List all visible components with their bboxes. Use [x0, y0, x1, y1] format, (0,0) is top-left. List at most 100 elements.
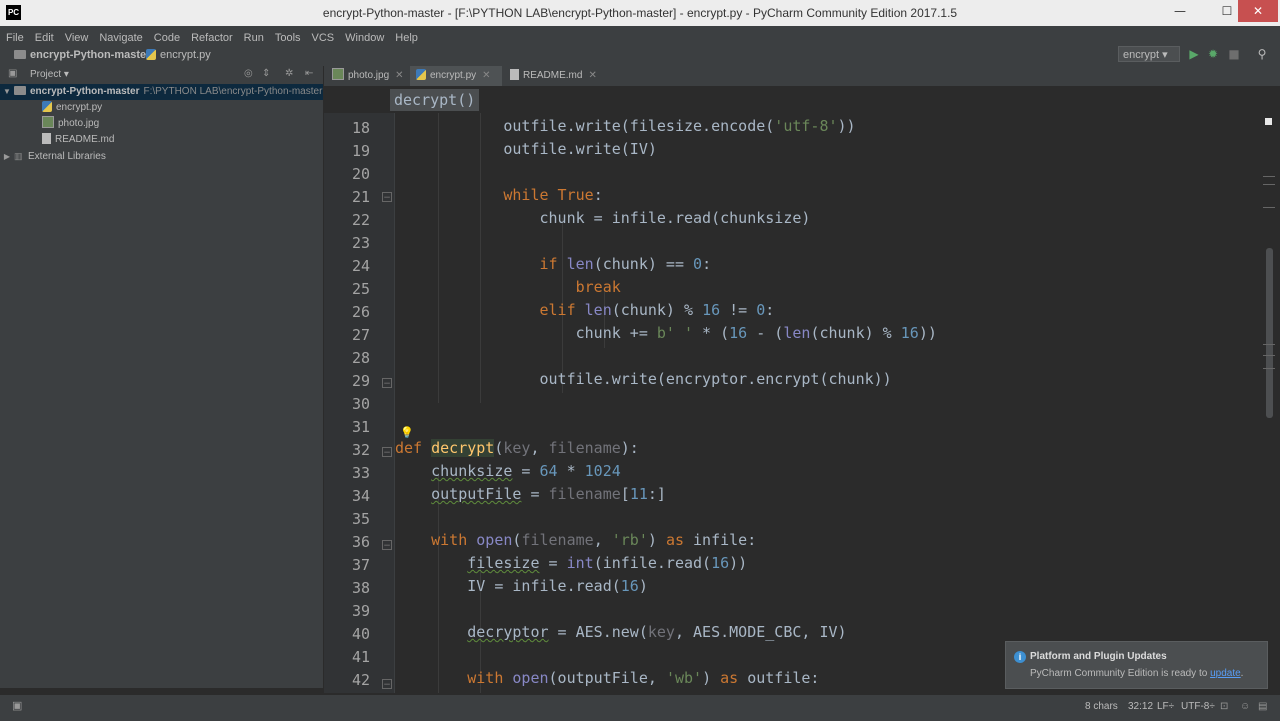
project-view-selector[interactable]: Project ▾ [30, 69, 69, 80]
line-separator[interactable]: LF÷ [1157, 701, 1174, 712]
file-encoding[interactable]: UTF-8÷ [1181, 701, 1215, 712]
error-stripe-mark[interactable] [1263, 355, 1275, 356]
folder-icon [14, 50, 26, 59]
status-bar: ▣ 8 chars 32:12 LF÷ UTF-8÷ ⊡ ☺ ▤ [0, 694, 1280, 721]
line-number: 30 [351, 395, 370, 413]
menu-navigate[interactable]: Navigate [93, 28, 147, 44]
lock-icon[interactable]: ⊡ [1220, 701, 1228, 712]
debug-icon[interactable]: ✹ [1205, 46, 1221, 62]
code-line-18: outfile.write(filesize.encode('utf-8')) [395, 117, 856, 135]
line-number: 40 [351, 625, 370, 643]
scrollbar-thumb[interactable] [1266, 248, 1273, 418]
close-tab-icon[interactable]: ✕ [588, 70, 596, 81]
nav-project-crumb[interactable]: encrypt-Python-master [14, 49, 150, 61]
code-editor[interactable]: outfile.write(filesize.encode('utf-8')) … [395, 113, 1263, 693]
close-button[interactable]: ✕ [1238, 0, 1278, 22]
caret-position[interactable]: 32:12 [1128, 701, 1153, 712]
selection-count: 8 chars [1085, 701, 1118, 712]
nav-file-crumb[interactable]: encrypt.py [146, 49, 211, 61]
line-number: 21 [351, 188, 370, 206]
tree-item-photo-jpg[interactable]: photo.jpg [0, 116, 323, 132]
line-number: 20 [351, 165, 370, 183]
code-line-32: def decrypt(key, filename): [395, 439, 639, 457]
fold-marker-icon[interactable]: − [382, 447, 392, 458]
line-number: 23 [351, 234, 370, 252]
code-line-29: outfile.write(encryptor.encrypt(chunk)) [395, 370, 892, 388]
code-line-40: decryptor = AES.new(key, AES.MODE_CBC, I… [467, 623, 847, 641]
update-notification[interactable]: i Platform and Plugin Updates PyCharm Co… [1005, 641, 1268, 689]
fold-marker-icon[interactable]: − [382, 679, 392, 690]
code-line-19: outfile.write(IV) [395, 140, 657, 158]
tree-item-readme-md[interactable]: README.md [0, 132, 323, 148]
fold-marker-icon[interactable]: − [382, 378, 392, 389]
error-stripe-mark[interactable] [1263, 344, 1275, 345]
line-number: 38 [351, 579, 370, 597]
expand-arrow-icon[interactable]: ▼ [0, 84, 14, 100]
gear-icon[interactable]: ✲ [285, 68, 293, 79]
line-number: 39 [351, 602, 370, 620]
expand-arrow-icon[interactable]: ▶ [0, 149, 14, 165]
stop-icon[interactable]: ■ [1226, 46, 1242, 62]
inspection-status-icon[interactable] [1265, 118, 1272, 125]
sync-icon[interactable]: ◎ [244, 68, 253, 79]
error-stripe-mark[interactable] [1263, 176, 1275, 177]
line-number: 26 [351, 303, 370, 321]
menu-vcs[interactable]: VCS [306, 28, 340, 44]
run-icon[interactable]: ▶ [1186, 46, 1202, 62]
run-configuration-dropdown[interactable]: encrypt ▾ [1118, 46, 1180, 62]
menu-code[interactable]: Code [148, 28, 185, 44]
event-log-icon[interactable]: ▤ [1258, 701, 1267, 712]
markdown-file-icon [510, 69, 519, 80]
close-tab-icon[interactable]: ✕ [395, 70, 403, 81]
menu-file[interactable]: File [0, 28, 29, 44]
tree-item-external-libraries[interactable]: ▶ ▥ External Libraries [0, 148, 323, 164]
line-number: 25 [351, 280, 370, 298]
window-title: encrypt-Python-master - [F:\PYTHON LAB\e… [322, 6, 958, 20]
menu-refactor[interactable]: Refactor [185, 28, 238, 44]
notification-title: Platform and Plugin Updates [1030, 651, 1167, 662]
tab-photo-jpg[interactable]: photo.jpg ✕ [326, 66, 408, 86]
line-number: 33 [351, 464, 370, 482]
python-file-icon [146, 49, 156, 60]
menu-help[interactable]: Help [389, 28, 423, 44]
tab-readme-md[interactable]: README.md ✕ [504, 66, 598, 86]
search-icon[interactable]: ⚲ [1254, 46, 1270, 62]
image-file-icon [332, 68, 344, 80]
inspector-icon[interactable]: ☺ [1240, 701, 1250, 712]
error-stripe-mark[interactable] [1263, 184, 1275, 185]
hide-panel-icon[interactable]: ⇤ [305, 68, 313, 79]
fold-marker-icon[interactable]: − [382, 540, 392, 551]
menu-view[interactable]: View [59, 28, 94, 44]
project-panel: ▣ Project ▾ ◎ ⇕ ✲ ⇤ ▼ encrypt-Python-mast… [0, 66, 324, 688]
tab-encrypt-py[interactable]: encrypt.py ✕ [410, 66, 502, 86]
function-breadcrumb[interactable]: decrypt() [390, 89, 480, 111]
library-icon: ▥ [14, 151, 23, 161]
menu-run[interactable]: Run [238, 28, 269, 44]
collapse-icon[interactable]: ⇕ [262, 68, 270, 79]
tree-item-project-root[interactable]: ▼ encrypt-Python-master F:\PYTHON LAB\encr… [0, 84, 323, 100]
error-stripe-mark[interactable] [1263, 207, 1275, 208]
code-line-36: with open(filename, 'rb') as infile: [431, 531, 757, 549]
error-stripe-mark[interactable] [1263, 368, 1275, 369]
code-line-38: IV = infile.read(16) [395, 577, 648, 595]
tool-windows-icon[interactable]: ▣ [12, 699, 22, 712]
close-tab-icon[interactable]: ✕ [482, 70, 490, 81]
project-panel-header: ▣ Project ▾ ◎ ⇕ ✲ ⇤ [0, 66, 323, 84]
fold-marker-icon[interactable]: − [382, 192, 392, 203]
code-line-24: if len(chunk) == 0: [539, 255, 712, 273]
tree-item-encrypt-py[interactable]: encrypt.py [0, 100, 323, 116]
menu-window[interactable]: Window [339, 28, 389, 44]
notification-body: PyCharm Community Edition is ready to up… [1030, 668, 1244, 679]
code-line-37: filesize = int(infile.read(16)) [467, 554, 748, 572]
line-number: 27 [351, 326, 370, 344]
menu-tools[interactable]: Tools [269, 28, 306, 44]
markdown-file-icon [42, 133, 51, 144]
code-line-27: chunk += b' ' * (16 - (len(chunk) % 16)) [395, 324, 937, 342]
line-number: 19 [351, 142, 370, 160]
menu-edit[interactable]: Edit [29, 28, 59, 44]
folder-icon [14, 86, 26, 95]
code-line-21: while True: [503, 186, 603, 204]
update-link[interactable]: update [1210, 668, 1241, 679]
minimize-button[interactable]: — [1165, 0, 1195, 22]
line-number: 36 [351, 533, 370, 551]
